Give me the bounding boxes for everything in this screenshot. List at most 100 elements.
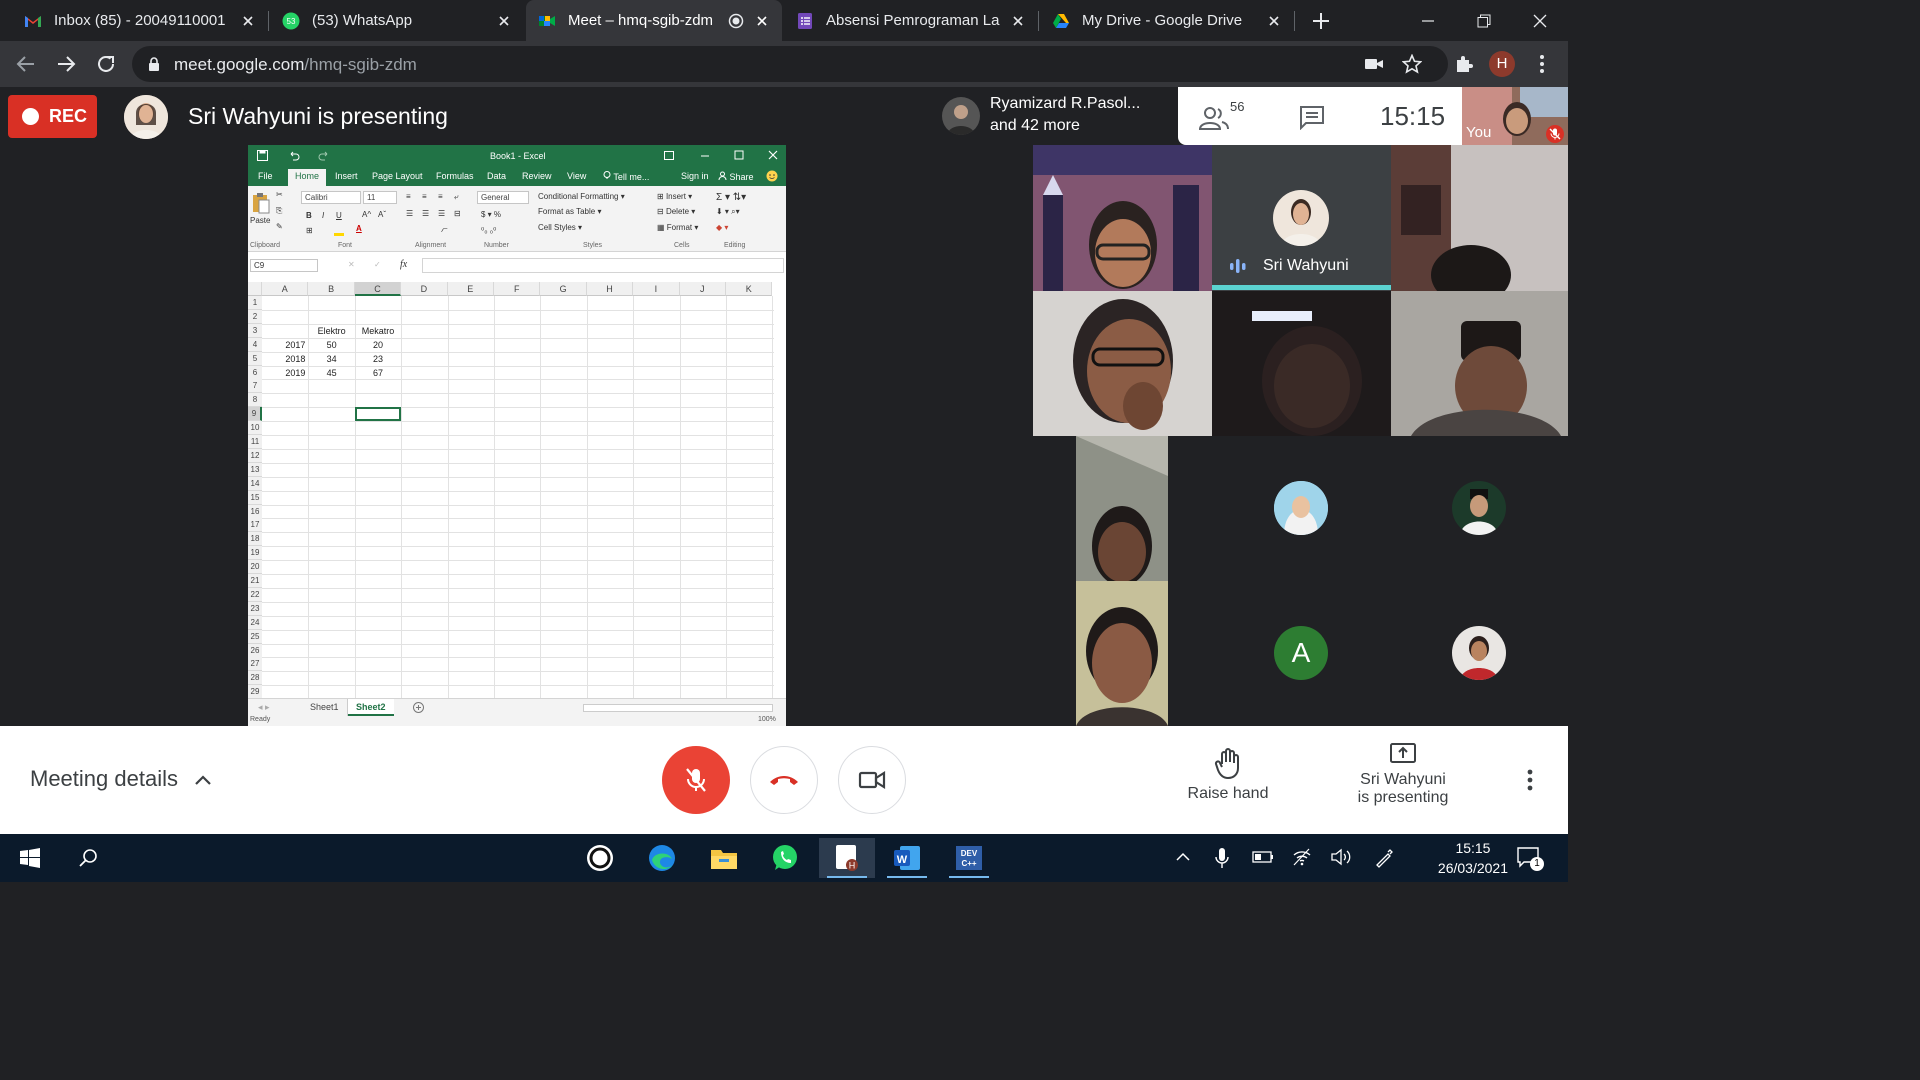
taskbar-app-edge[interactable] (634, 838, 690, 878)
close-icon[interactable] (1266, 13, 1282, 29)
video-camera-icon (858, 771, 886, 789)
grid-row-line (262, 671, 774, 673)
format-painter-icon: ✎ (276, 222, 283, 231)
conditional-formatting-button: Conditional Formatting ▾ (538, 192, 625, 201)
column-header: D (401, 282, 448, 296)
meeting-details-button[interactable]: Meeting details (30, 766, 212, 792)
fill-icon: ⬇ ▾ ⌕▾ (716, 207, 740, 216)
wifi-icon[interactable] (1292, 848, 1312, 866)
share-label: Share (729, 172, 754, 182)
group-cells: Cells (674, 242, 690, 249)
close-icon (1533, 14, 1547, 27)
close-icon[interactable] (496, 13, 512, 29)
excel-tab-insert: Insert (335, 171, 358, 181)
pen-workspace-icon[interactable] (1374, 848, 1394, 868)
grid-row-line (262, 476, 774, 478)
raise-hand-button[interactable]: Raise hand (1180, 748, 1276, 803)
row-header: 26 (248, 643, 262, 658)
new-tab-plus-icon[interactable] (1310, 10, 1332, 32)
grid-row-line (262, 407, 774, 409)
minimize-button[interactable] (1400, 0, 1456, 41)
tab-forms[interactable]: Absensi Pemrograman Lanj (784, 0, 1038, 41)
address-bar[interactable]: meet.google.com/hmq-sgib-zdm (132, 46, 1448, 82)
browser-tab-strip: Inbox (85) - 20049110001 53 (53) WhatsAp… (0, 0, 1568, 41)
participant-tile[interactable] (1391, 581, 1568, 726)
participant-tile[interactable] (1391, 145, 1568, 291)
notifications-button[interactable]: 1 (1516, 846, 1544, 871)
participant-tile[interactable] (1391, 436, 1568, 581)
bookmark-star-icon[interactable] (1402, 54, 1422, 74)
status-ready: Ready (250, 716, 271, 723)
reload-icon[interactable] (94, 52, 118, 76)
more-options-icon[interactable] (1520, 768, 1540, 792)
maximize-icon (734, 150, 744, 160)
close-icon[interactable] (754, 13, 770, 29)
taskbar-app-meet[interactable]: H (819, 838, 875, 878)
taskbar-app-file-explorer[interactable] (696, 838, 752, 878)
grid-row-line (262, 587, 774, 589)
participant-tile[interactable] (1212, 436, 1391, 581)
taskbar-clock[interactable]: 15:15 26/03/2021 (1438, 838, 1508, 878)
tab-whatsapp[interactable]: 53 (53) WhatsApp (270, 0, 524, 41)
borders-icon: ⊞ (306, 226, 313, 235)
battery-icon[interactable] (1252, 850, 1274, 864)
cut-icon: ✂ (276, 190, 283, 199)
start-button[interactable] (2, 838, 58, 878)
search-button[interactable] (60, 838, 116, 878)
drive-icon (1053, 13, 1069, 28)
close-icon[interactable] (240, 13, 256, 29)
extensions-puzzle-icon[interactable] (1452, 52, 1476, 76)
close-window-button[interactable] (1512, 0, 1568, 41)
participant-tile[interactable]: A (1212, 581, 1391, 726)
close-icon[interactable] (1010, 13, 1026, 29)
tab-gmail[interactable]: Inbox (85) - 20049110001 (12, 0, 268, 41)
forward-arrow-icon[interactable] (54, 52, 78, 76)
cell-mekatro: 23 (372, 353, 383, 364)
participant-tile-speaking[interactable]: Sri Wahyuni (1212, 145, 1391, 291)
camera-blocked-icon[interactable] (1364, 56, 1384, 72)
microphone-icon[interactable] (1214, 847, 1230, 869)
grid-row-line (262, 393, 774, 395)
forms-icon (798, 12, 812, 29)
participant-tile[interactable] (1076, 581, 1168, 726)
font-color-icon: A (356, 224, 362, 233)
lock-icon (149, 57, 159, 71)
formula-input (422, 258, 784, 273)
grid-row-line (262, 615, 774, 617)
taskbar-app-word[interactable]: W (879, 838, 935, 878)
clear-icon: ◆ ▾ (716, 223, 729, 232)
volume-icon[interactable] (1330, 848, 1352, 866)
chevron-up-icon (195, 775, 211, 785)
people-button[interactable]: 56 (1198, 97, 1258, 135)
chat-icon[interactable] (1298, 104, 1326, 130)
person-photo-icon (1452, 481, 1506, 535)
tab-drive[interactable]: My Drive - Google Drive (1040, 0, 1294, 41)
back-arrow-icon[interactable] (14, 52, 38, 76)
delete-cells-button: ⊟ Delete ▾ (657, 207, 696, 216)
taskbar-app-whatsapp[interactable] (757, 838, 813, 878)
grid-row-line (262, 435, 774, 436)
restore-button[interactable] (1456, 0, 1512, 41)
participant-tile[interactable] (1033, 291, 1212, 436)
chevron-up-icon[interactable] (1175, 850, 1191, 864)
participant-tile[interactable] (1076, 436, 1168, 581)
kebab-menu-icon[interactable] (1530, 52, 1554, 76)
participant-avatar-letter: A (1274, 626, 1328, 680)
leave-call-button[interactable] (750, 746, 818, 814)
camera-toggle-button[interactable] (838, 746, 906, 814)
row-header: 3 (248, 323, 262, 338)
person-photo-icon (1391, 291, 1568, 436)
presenting-button[interactable]: Sri Wahyuni is presenting (1340, 740, 1466, 807)
participant-tile[interactable] (1391, 291, 1568, 436)
profile-avatar[interactable]: H (1489, 51, 1515, 77)
taskbar-app-devcpp[interactable]: DEV C++ (941, 838, 997, 878)
windows-logo-icon (20, 848, 40, 868)
align-bottom-icon: ≡ (438, 192, 443, 201)
participant-tile[interactable] (1033, 145, 1212, 291)
excel-tab-home: Home (288, 169, 327, 186)
fill-color-icon (334, 226, 344, 236)
participant-tile[interactable] (1212, 291, 1391, 436)
microphone-toggle-button[interactable] (662, 746, 730, 814)
taskbar-app-signal[interactable] (572, 838, 628, 878)
tab-meet[interactable]: Meet – hmq-sgib-zdm (526, 0, 782, 41)
